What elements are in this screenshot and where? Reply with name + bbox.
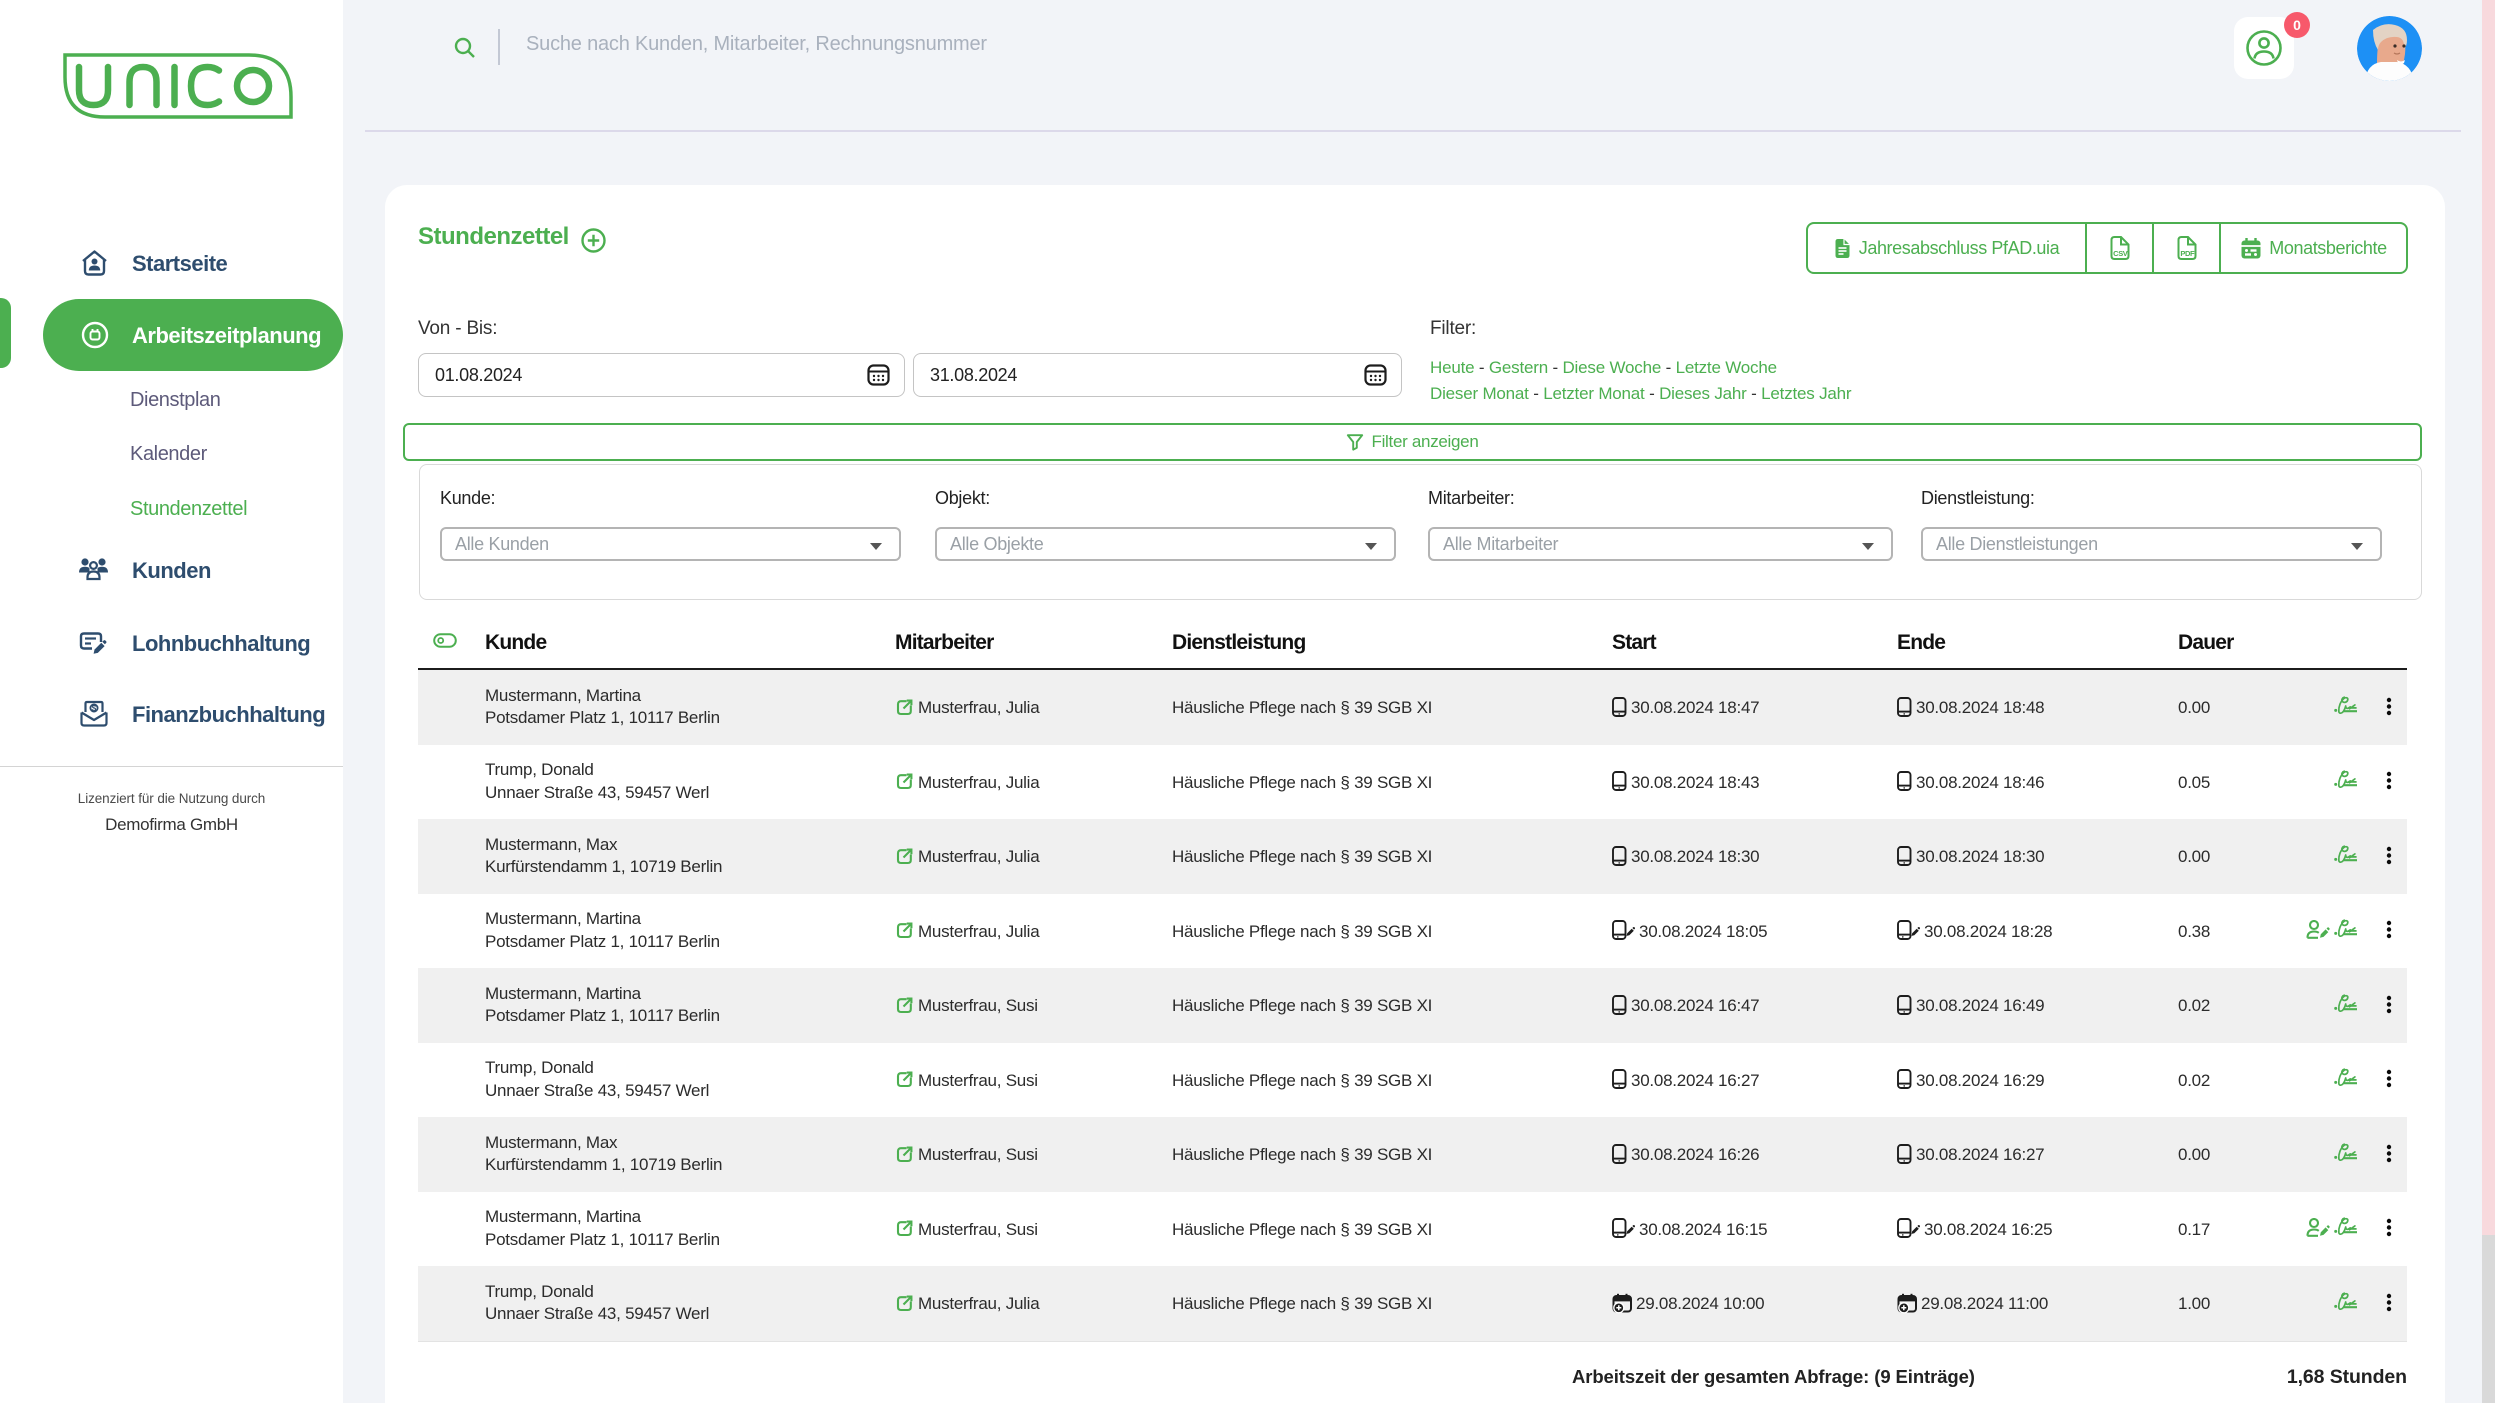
svg-text:CSV: CSV: [2113, 249, 2128, 258]
svg-text:PDF: PDF: [2180, 249, 2195, 258]
svg-text:$: $: [92, 704, 97, 713]
